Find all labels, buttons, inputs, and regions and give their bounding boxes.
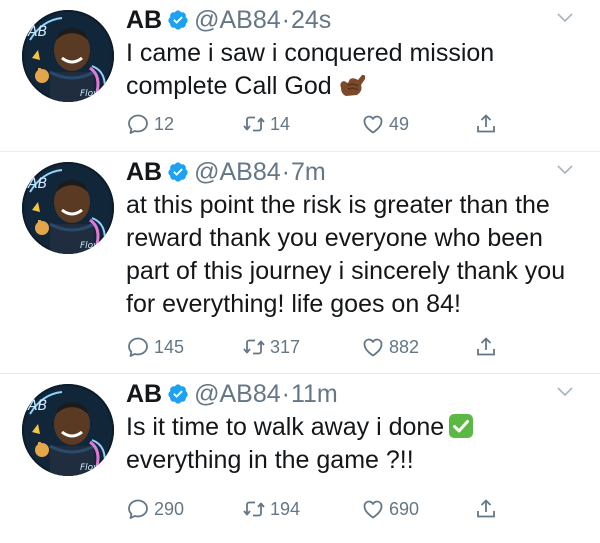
retweet-count: 194 <box>270 498 301 519</box>
verified-badge-icon <box>167 161 189 183</box>
retweet-count: 317 <box>270 336 301 357</box>
white-check-mark-icon <box>449 414 474 438</box>
retweet-icon <box>242 335 266 359</box>
share-button[interactable] <box>474 494 502 524</box>
avatar[interactable] <box>22 10 114 102</box>
display-name[interactable]: AB <box>126 158 162 187</box>
tweet[interactable]: AB @AB84 · 11m Is it time to walk away i… <box>0 374 600 543</box>
tweet-header: AB @AB84 · 7m <box>126 156 326 188</box>
chevron-down-icon[interactable] <box>556 12 574 24</box>
avatar[interactable] <box>22 162 114 254</box>
tweet-header: AB @AB84 · 11m <box>126 378 338 410</box>
retweet-button[interactable]: 14 <box>242 109 290 139</box>
retweet-button[interactable]: 317 <box>242 332 300 362</box>
verified-badge-icon <box>167 383 189 405</box>
retweet-count: 14 <box>270 113 291 134</box>
retweet-icon <box>242 112 266 136</box>
timestamp[interactable]: 11m <box>291 380 338 409</box>
reply-count: 290 <box>154 498 185 519</box>
tweet[interactable]: AB @AB84 · 24s I came i saw i conquered … <box>0 0 600 152</box>
avatar-image <box>22 384 114 476</box>
chevron-down-icon[interactable] <box>556 386 574 398</box>
tweet-text: Is it time to walk away i done everythin… <box>126 411 576 477</box>
share-icon <box>474 335 498 359</box>
retweet-icon <box>242 497 266 521</box>
reply-button[interactable]: 290 <box>126 494 184 524</box>
share-button[interactable] <box>474 109 502 139</box>
reply-icon <box>126 497 150 521</box>
reply-count: 12 <box>154 113 175 134</box>
tweet-text-content: at this point the risk is greater than t… <box>126 191 566 318</box>
like-count: 49 <box>389 113 410 134</box>
call-me-hand-icon <box>340 74 365 96</box>
tweet-text-content: I came i saw i conquered mission complet… <box>126 39 495 100</box>
reply-icon <box>126 112 150 136</box>
retweet-button[interactable]: 194 <box>242 494 300 524</box>
reply-button[interactable]: 145 <box>126 332 184 362</box>
display-name[interactable]: AB <box>126 6 162 35</box>
like-count: 690 <box>389 498 420 519</box>
heart-icon <box>361 497 385 521</box>
user-handle[interactable]: @AB84 <box>194 6 281 35</box>
share-icon <box>474 497 498 521</box>
verified-badge-icon <box>167 9 189 31</box>
avatar[interactable] <box>22 384 114 476</box>
like-button[interactable]: 690 <box>361 494 419 524</box>
tweet-actions: 290 194 690 <box>126 494 566 524</box>
reply-button[interactable]: 12 <box>126 109 174 139</box>
separator-dot: · <box>281 379 290 408</box>
user-handle[interactable]: @AB84 <box>194 380 281 409</box>
tweet-actions: 12 14 49 <box>126 109 566 139</box>
heart-icon <box>361 335 385 359</box>
reply-count: 145 <box>154 336 185 357</box>
timestamp[interactable]: 7m <box>291 158 326 187</box>
tweet-text: at this point the risk is greater than t… <box>126 189 576 321</box>
tweet-actions: 145 317 882 <box>126 332 566 362</box>
like-button[interactable]: 49 <box>361 109 409 139</box>
reply-icon <box>126 335 150 359</box>
tweet-text-before: Is it time to walk away i done <box>126 413 445 441</box>
heart-icon <box>361 112 385 136</box>
share-icon <box>474 112 498 136</box>
tweet[interactable]: AB @AB84 · 7m at this point the risk is … <box>0 152 600 374</box>
tweet-header: AB @AB84 · 24s <box>126 4 331 36</box>
tweet-text-after: everything in the game ?!! <box>126 446 414 474</box>
avatar-image <box>22 162 114 254</box>
avatar-image <box>22 10 114 102</box>
chevron-down-icon[interactable] <box>556 164 574 176</box>
display-name[interactable]: AB <box>126 380 162 409</box>
share-button[interactable] <box>474 332 502 362</box>
separator-dot: · <box>281 5 290 34</box>
separator-dot: · <box>281 157 290 186</box>
timestamp[interactable]: 24s <box>291 6 331 35</box>
tweet-text: I came i saw i conquered mission complet… <box>126 37 576 103</box>
like-button[interactable]: 882 <box>361 332 419 362</box>
user-handle[interactable]: @AB84 <box>194 158 281 187</box>
like-count: 882 <box>389 336 420 357</box>
